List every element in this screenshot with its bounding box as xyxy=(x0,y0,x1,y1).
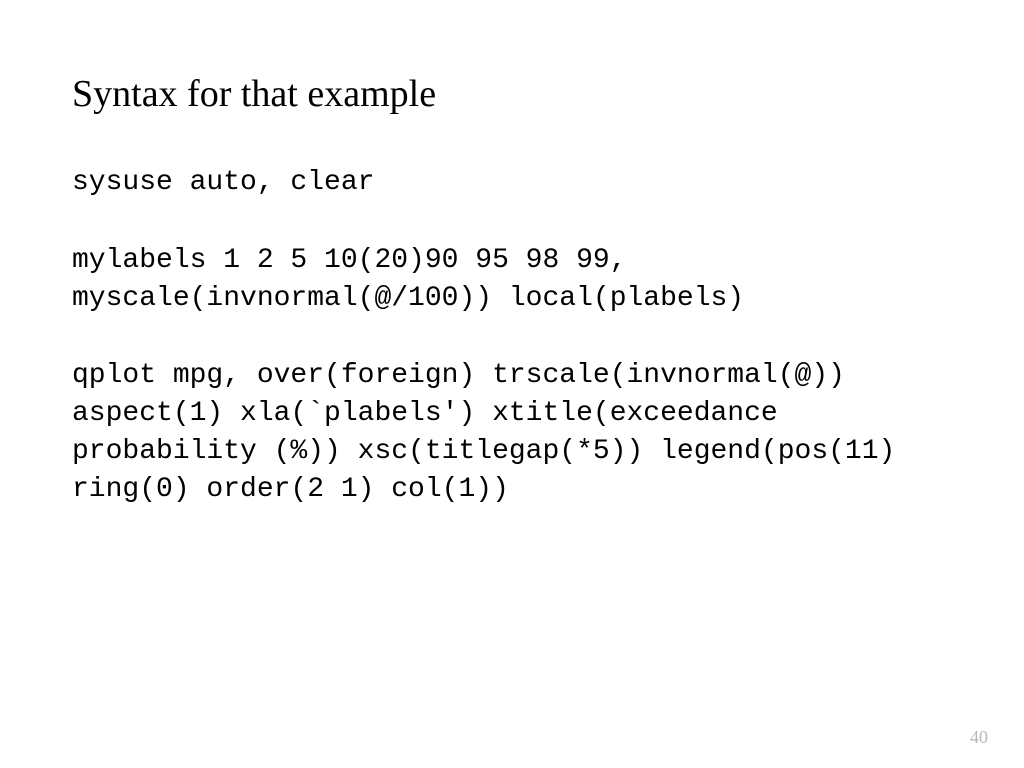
page-number: 40 xyxy=(970,727,988,748)
slide: Syntax for that example sysuse auto, cle… xyxy=(0,0,1024,768)
slide-title: Syntax for that example xyxy=(72,72,952,116)
code-block-2: mylabels 1 2 5 10(20)90 95 98 99, myscal… xyxy=(72,242,952,318)
code-block-1: sysuse auto, clear xyxy=(72,164,952,202)
code-block-3: qplot mpg, over(foreign) trscale(invnorm… xyxy=(72,357,952,508)
